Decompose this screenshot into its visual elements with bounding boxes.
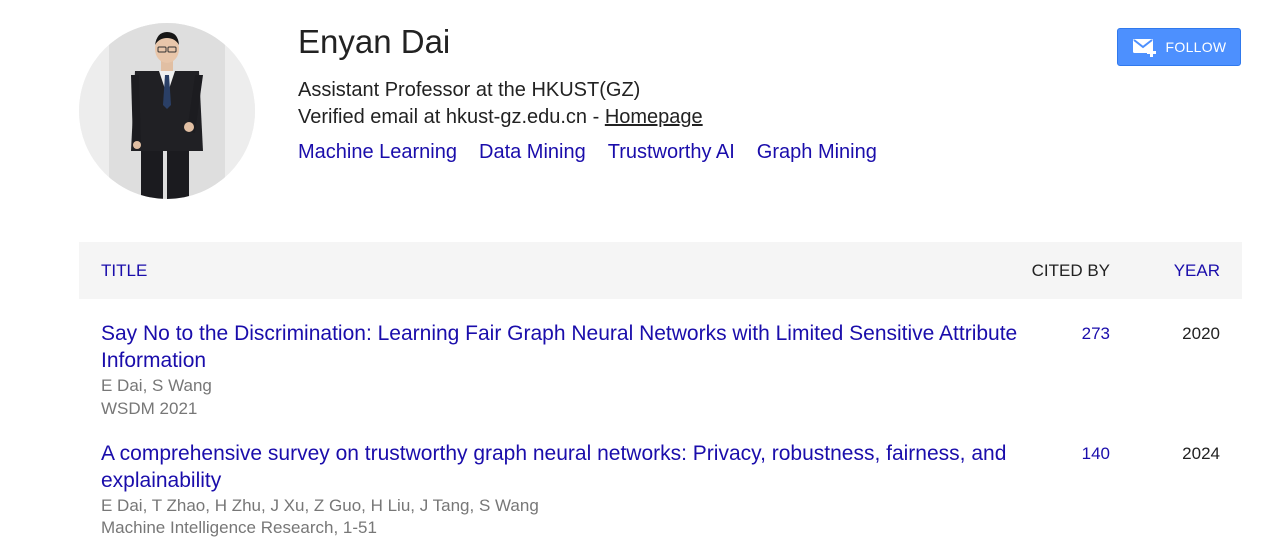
scholar-profile-page: Enyan Dai Assistant Professor at the HKU…: [0, 0, 1280, 544]
profile-avatar[interactable]: [79, 23, 255, 199]
profile-name: Enyan Dai: [298, 23, 451, 60]
publication-year: 2024: [1182, 444, 1220, 463]
profile-photo: [79, 23, 255, 199]
verified-email-text: Verified email at hkust-gz.edu.cn -: [298, 106, 605, 128]
follow-button[interactable]: FOLLOW: [1117, 28, 1241, 66]
publication-authors: E Dai, T Zhao, H Zhu, J Xu, Z Guo, H Liu…: [101, 496, 539, 515]
follow-label: FOLLOW: [1165, 39, 1227, 55]
cited-by-count[interactable]: 273: [1082, 323, 1110, 345]
verified-email-line: Verified email at hkust-gz.edu.cn - Home…: [298, 104, 703, 130]
interest-graph-mining[interactable]: Graph Mining: [757, 139, 877, 165]
publications-table-header: TITLE CITED BY YEAR: [79, 242, 1242, 299]
publication-venue: Machine Intelligence Research, 1-51: [101, 518, 377, 537]
homepage-link[interactable]: Homepage: [605, 106, 703, 128]
publication-title[interactable]: A comprehensive survey on trustworthy gr…: [101, 440, 1021, 494]
interest-data-mining[interactable]: Data Mining: [479, 139, 586, 165]
research-interests: Machine Learning Data Mining Trustworthy…: [298, 139, 877, 165]
cited-by-count[interactable]: 140: [1082, 443, 1110, 465]
interest-machine-learning[interactable]: Machine Learning: [298, 139, 457, 165]
profile-affiliation: Assistant Professor at the HKUST(GZ): [298, 79, 641, 101]
cited-by-header: CITED BY: [1031, 261, 1110, 280]
sort-by-title[interactable]: TITLE: [101, 261, 147, 281]
publication-title[interactable]: Say No to the Discrimination: Learning F…: [101, 320, 1021, 374]
interest-trustworthy-ai[interactable]: Trustworthy AI: [608, 139, 735, 165]
sort-by-year[interactable]: YEAR: [1174, 261, 1220, 281]
publication-year: 2020: [1182, 324, 1220, 343]
mail-plus-icon: [1132, 37, 1158, 57]
publication-authors: E Dai, S Wang: [101, 376, 212, 395]
publication-venue: WSDM 2021: [101, 399, 198, 418]
